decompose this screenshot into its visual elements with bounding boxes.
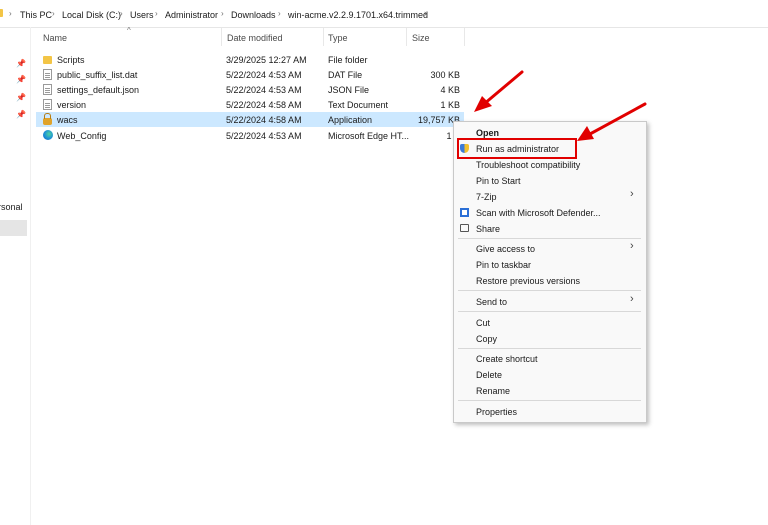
- file-type: DAT File: [328, 70, 363, 80]
- edge-icon: [43, 130, 53, 140]
- file-type: Text Document: [328, 100, 389, 110]
- menu-item-properties[interactable]: Properties: [476, 407, 517, 417]
- menu-item-share[interactable]: Share: [476, 224, 500, 234]
- file-size: 1 KB: [440, 100, 460, 110]
- folder-icon: [0, 9, 3, 17]
- column-header-type[interactable]: Type: [328, 33, 348, 43]
- file-date: 5/22/2024 4:53 AM: [226, 85, 302, 95]
- file-type: File folder: [328, 55, 368, 65]
- pin-icon: 📌: [16, 59, 26, 68]
- menu-separator: [458, 311, 641, 312]
- defender-icon: [460, 208, 469, 217]
- menu-item-cut[interactable]: Cut: [476, 318, 490, 328]
- chevron-right-icon: ›: [630, 293, 634, 305]
- pin-icon: 📌: [16, 110, 26, 119]
- chevron-right-icon: ›: [120, 9, 123, 18]
- file-size: 300 KB: [430, 70, 460, 80]
- breadcrumb-administrator[interactable]: Administrator: [165, 10, 218, 20]
- column-header-name[interactable]: Name: [43, 33, 67, 43]
- annotation-arrow-1: [474, 70, 524, 112]
- chevron-right-icon: ›: [630, 240, 634, 252]
- file-type: Microsoft Edge HT...: [328, 131, 410, 141]
- file-name: settings_default.json: [57, 85, 140, 95]
- document-icon: [43, 84, 52, 95]
- breadcrumb-current-folder[interactable]: win-acme.v2.2.9.1701.x64.trimmed: [288, 10, 428, 20]
- chevron-right-icon: ›: [278, 9, 281, 18]
- menu-separator: [458, 400, 641, 401]
- file-type: JSON File: [328, 85, 370, 95]
- nav-item-selected[interactable]: [0, 220, 27, 236]
- chevron-right-icon: ›: [155, 9, 158, 18]
- file-date: 5/22/2024 4:58 AM: [226, 115, 302, 125]
- menu-item-rename[interactable]: Rename: [476, 386, 510, 396]
- chevron-right-icon: ›: [52, 9, 55, 18]
- menu-item-scan-defender[interactable]: Scan with Microsoft Defender...: [476, 208, 601, 218]
- menu-item-7zip[interactable]: 7-Zip: [476, 192, 497, 202]
- file-name: Web_Config: [57, 131, 107, 141]
- file-date: 5/22/2024 4:58 AM: [226, 100, 302, 110]
- navigation-pane: 📌 📌 📌 📌 rsonal: [0, 27, 31, 525]
- file-row-web-config[interactable]: Web_Config 5/22/2024 4:53 AM Microsoft E…: [36, 128, 464, 143]
- breadcrumb-users[interactable]: Users: [130, 10, 154, 20]
- column-divider[interactable]: [323, 28, 324, 46]
- file-row-wacs[interactable]: wacs 5/22/2024 4:58 AM Application 19,75…: [36, 112, 464, 127]
- column-divider[interactable]: [406, 28, 407, 46]
- breadcrumb-this-pc[interactable]: This PC: [20, 10, 52, 20]
- document-icon: [43, 99, 52, 110]
- lock-icon: [43, 113, 52, 125]
- chevron-right-icon: ›: [9, 9, 12, 18]
- chevron-right-icon: ›: [221, 9, 224, 18]
- pin-icon: 📌: [16, 75, 26, 84]
- file-name: wacs: [57, 115, 78, 125]
- file-name: Scripts: [57, 55, 85, 65]
- menu-item-open[interactable]: Open: [476, 128, 499, 138]
- document-icon: [43, 69, 52, 80]
- column-divider[interactable]: [464, 28, 465, 46]
- menu-item-create-shortcut[interactable]: Create shortcut: [476, 354, 538, 364]
- breadcrumb-downloads[interactable]: Downloads: [231, 10, 276, 20]
- annotation-highlight-box: [457, 138, 577, 159]
- menu-item-troubleshoot-compatibility[interactable]: Troubleshoot compatibility: [476, 160, 580, 170]
- nav-item-personal[interactable]: rsonal: [0, 202, 23, 212]
- share-icon: [460, 224, 469, 232]
- file-size: 4 KB: [440, 85, 460, 95]
- breadcrumb-local-disk[interactable]: Local Disk (C:): [62, 10, 121, 20]
- address-bar[interactable]: › This PC › Local Disk (C:) › Users › Ad…: [0, 0, 768, 28]
- file-name: version: [57, 100, 87, 110]
- menu-item-pin-to-taskbar[interactable]: Pin to taskbar: [476, 260, 531, 270]
- menu-separator: [458, 348, 641, 349]
- column-header-date[interactable]: Date modified: [227, 33, 283, 43]
- menu-separator: [458, 238, 641, 239]
- file-type: Application: [328, 115, 373, 125]
- menu-item-send-to[interactable]: Send to: [476, 297, 507, 307]
- file-row-version[interactable]: version 5/22/2024 4:58 AM Text Document …: [36, 97, 464, 112]
- folder-icon: [43, 56, 52, 64]
- column-header-size[interactable]: Size: [412, 33, 430, 43]
- chevron-right-icon[interactable]: ›: [424, 8, 427, 18]
- file-row-settings-default[interactable]: settings_default.json 5/22/2024 4:53 AM …: [36, 82, 464, 97]
- menu-item-delete[interactable]: Delete: [476, 370, 502, 380]
- menu-item-pin-to-start[interactable]: Pin to Start: [476, 176, 521, 186]
- file-row-public-suffix-list[interactable]: public_suffix_list.dat 5/22/2024 4:53 AM…: [36, 67, 464, 82]
- menu-item-restore-previous-versions[interactable]: Restore previous versions: [476, 276, 580, 286]
- file-date: 5/22/2024 4:53 AM: [226, 70, 302, 80]
- file-date: 5/22/2024 4:53 AM: [226, 131, 302, 141]
- context-menu: Open Run as administrator Troubleshoot c…: [453, 121, 647, 423]
- file-date: 3/29/2025 12:27 AM: [226, 55, 307, 65]
- file-row-scripts[interactable]: Scripts 3/29/2025 12:27 AM File folder: [36, 52, 464, 67]
- column-divider[interactable]: [221, 28, 222, 46]
- menu-separator: [458, 290, 641, 291]
- menu-item-copy[interactable]: Copy: [476, 334, 497, 344]
- menu-item-give-access[interactable]: Give access to: [476, 244, 535, 254]
- pin-icon: 📌: [16, 93, 26, 102]
- chevron-right-icon: ›: [630, 188, 634, 200]
- file-name: public_suffix_list.dat: [57, 70, 138, 80]
- sort-up-icon: ^: [127, 26, 131, 35]
